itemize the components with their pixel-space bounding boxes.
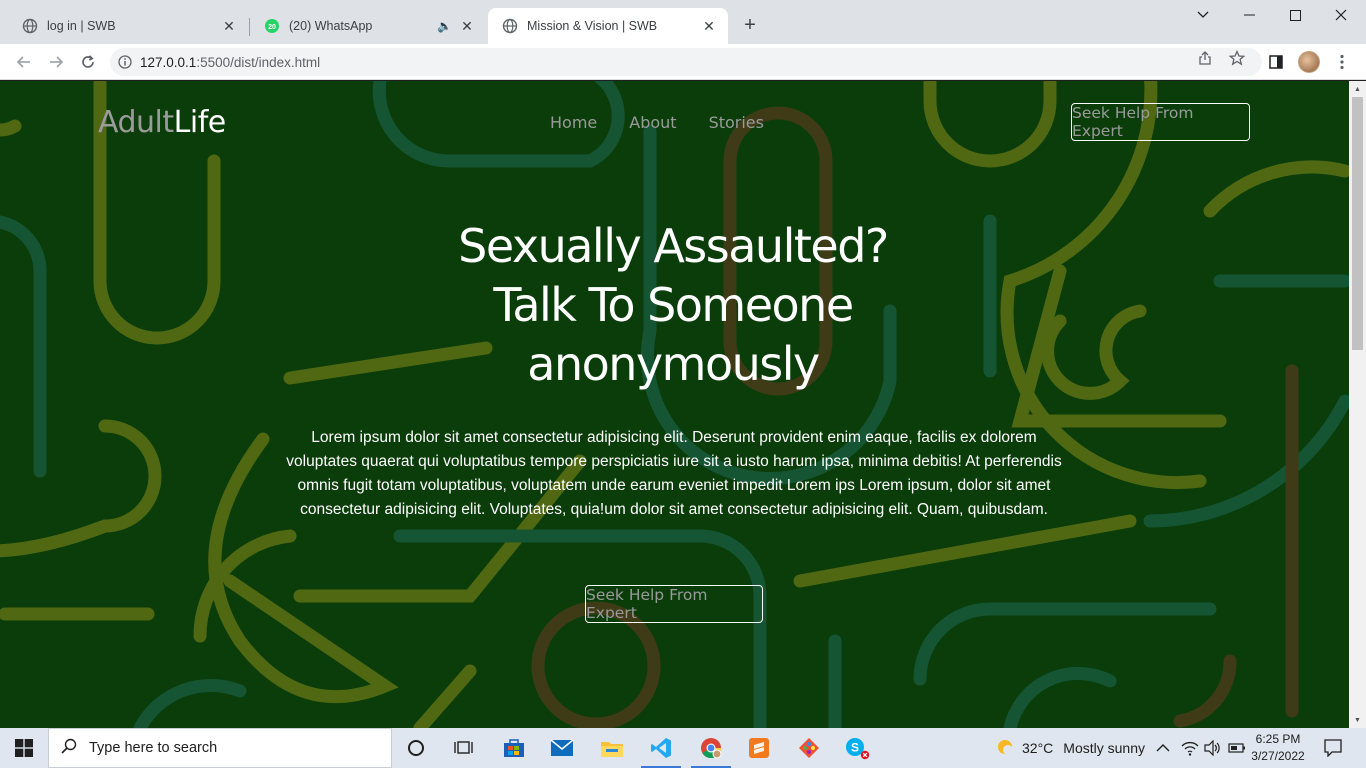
whatsapp-badge: 20 (268, 24, 276, 31)
brand-logo[interactable]: AdultLife (98, 105, 226, 140)
tab-whatsapp[interactable]: 20 (20) WhatsApp 🔈 ✕ (250, 8, 486, 44)
clock-date: 3/27/2022 (1251, 749, 1305, 763)
page-viewport: AdultLife Home About Stories Seek Help F… (0, 81, 1366, 728)
minimize-button[interactable] (1226, 0, 1272, 30)
hero-title: Sexually Assaulted? Talk To Someone anon… (383, 217, 963, 394)
hero-title-line2: Talk To Someone (493, 278, 854, 332)
task-view-icon[interactable] (440, 728, 488, 768)
taskbar: Type here to search S 32°C Mostly sunny (0, 728, 1366, 768)
chrome-icon[interactable] (687, 728, 735, 768)
tab-search-chevron-icon[interactable] (1180, 0, 1226, 30)
file-explorer-icon[interactable] (588, 728, 636, 768)
brand-part1: Adult (98, 105, 174, 140)
hero-seek-help-button[interactable]: Seek Help From Expert (585, 585, 763, 623)
close-icon[interactable]: ✕ (700, 17, 718, 35)
vscode-icon[interactable] (637, 728, 685, 768)
skype-icon[interactable]: S (833, 728, 881, 768)
info-icon[interactable] (110, 55, 140, 69)
wifi-icon[interactable] (1181, 728, 1199, 768)
close-icon[interactable]: ✕ (458, 17, 476, 35)
mail-icon[interactable] (538, 728, 586, 768)
nav-link-home[interactable]: Home (550, 113, 597, 132)
cortana-icon[interactable] (392, 728, 440, 768)
new-tab-button[interactable]: + (738, 14, 762, 38)
volume-icon[interactable] (1204, 728, 1222, 768)
git-kraken-icon[interactable] (785, 728, 833, 768)
tab-mission-vision[interactable]: Mission & Vision | SWB ✕ (488, 8, 728, 44)
hero-description: Lorem ipsum dolor sit amet consectetur a… (286, 429, 1062, 518)
side-panel-icon[interactable] (1262, 48, 1290, 76)
weather-widget[interactable]: 32°C Mostly sunny (994, 728, 1145, 768)
address-bar[interactable]: 127.0.0.1:5500/dist/index.html (110, 48, 1262, 76)
speaker-icon[interactable]: 🔈 (437, 19, 452, 33)
search-icon (61, 738, 77, 759)
close-icon[interactable]: ✕ (220, 17, 238, 35)
notifications-icon[interactable] (1324, 728, 1342, 768)
whatsapp-icon: 20 (264, 18, 280, 34)
header-seek-help-button[interactable]: Seek Help From Expert (1071, 103, 1250, 141)
taskbar-clock[interactable]: 6:25 PM 3/27/2022 (1246, 731, 1310, 765)
back-arrow-icon[interactable] (10, 48, 38, 76)
clock-time: 6:25 PM (1255, 732, 1301, 746)
scroll-up-arrow-icon[interactable]: ▲ (1349, 81, 1366, 97)
tab-title: Mission & Vision | SWB (527, 19, 658, 33)
reload-icon[interactable] (74, 48, 102, 76)
weather-temp: 32°C (1022, 740, 1054, 756)
hero-title-line1: Sexually Assaulted? (458, 219, 889, 273)
tab-strip: log in | SWB ✕ 20 (20) WhatsApp 🔈 ✕ Miss… (0, 0, 1366, 44)
sun-icon (994, 736, 1016, 761)
url-path: :5500/dist/index.html (196, 54, 321, 70)
sublime-text-icon[interactable] (735, 728, 783, 768)
scroll-down-arrow-icon[interactable]: ▼ (1349, 712, 1366, 728)
maximize-button[interactable] (1272, 0, 1318, 30)
battery-icon[interactable] (1228, 728, 1246, 768)
page-scrollbar[interactable]: ▲ ▼ (1349, 81, 1366, 728)
tab-login[interactable]: log in | SWB ✕ (8, 8, 248, 44)
hero-title-line3: anonymously (527, 337, 820, 391)
menu-kebab-icon[interactable] (1328, 48, 1356, 76)
tab-title: (20) WhatsApp (289, 19, 373, 33)
share-icon[interactable] (1197, 50, 1213, 66)
windows-start-icon[interactable] (0, 728, 48, 768)
browser-toolbar: 127.0.0.1:5500/dist/index.html (0, 44, 1366, 80)
nav-link-about[interactable]: About (629, 113, 676, 132)
main-nav: Home About Stories (550, 113, 764, 132)
weather-desc: Mostly sunny (1063, 740, 1145, 756)
svg-text:S: S (851, 741, 859, 755)
nav-link-stories[interactable]: Stories (709, 113, 764, 132)
decorative-pattern (0, 81, 1349, 728)
profile-avatar[interactable] (1295, 48, 1323, 76)
search-placeholder: Type here to search (89, 740, 218, 756)
taskbar-search-input[interactable]: Type here to search (48, 728, 392, 768)
url-host: 127.0.0.1 (140, 54, 197, 70)
show-hidden-icons-chevron-icon[interactable] (1156, 728, 1170, 768)
bookmark-star-icon[interactable] (1229, 50, 1245, 66)
scrollbar-thumb[interactable] (1352, 97, 1363, 350)
url-text: 127.0.0.1:5500/dist/index.html (140, 55, 320, 70)
forward-arrow-icon[interactable] (42, 48, 70, 76)
close-window-button[interactable] (1318, 0, 1364, 30)
microsoft-store-icon[interactable] (490, 728, 538, 768)
globe-icon (502, 18, 518, 34)
tab-title: log in | SWB (47, 19, 116, 33)
brand-part2: Life (173, 105, 227, 140)
globe-icon (22, 18, 38, 34)
